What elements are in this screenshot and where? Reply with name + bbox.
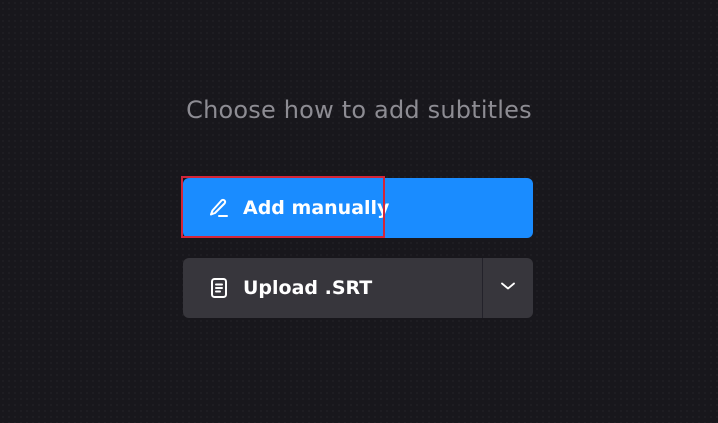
- upload-srt-button[interactable]: Upload .SRT: [183, 258, 533, 318]
- chevron-down-icon: [499, 277, 517, 300]
- add-manually-label: Add manually: [243, 197, 390, 219]
- document-icon: [206, 275, 232, 301]
- upload-srt-label: Upload .SRT: [243, 277, 373, 299]
- upload-options-dropdown[interactable]: [483, 258, 533, 318]
- add-manually-button[interactable]: Add manually: [183, 178, 533, 238]
- pencil-icon: [206, 195, 232, 221]
- page-title: Choose how to add subtitles: [186, 96, 532, 124]
